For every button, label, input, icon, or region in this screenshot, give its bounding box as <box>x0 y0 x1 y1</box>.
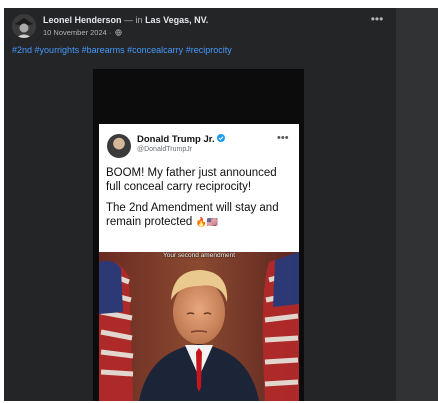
facebook-post: Leonel Henderson — in Las Vegas, NV. 10 … <box>4 8 396 401</box>
author-line: Leonel Henderson — in Las Vegas, NV. <box>43 15 208 25</box>
author-name[interactable]: Leonel Henderson <box>43 15 122 25</box>
video-player[interactable]: Donald Trump Jr. @DonaldTrumpJr ••• BOOM… <box>93 69 304 401</box>
tweet-author-avatar <box>107 134 131 158</box>
video-caption: Your second amendment <box>162 252 236 259</box>
hashtag-reciprocity[interactable]: #reciprocity <box>186 45 232 55</box>
verified-badge-icon <box>216 134 225 142</box>
location-separator: — in <box>124 15 143 25</box>
tweet-paragraph-2-text: The 2nd Amendment will stay and remain p… <box>106 202 279 228</box>
hashtag-barearms[interactable]: #barearms <box>82 45 125 55</box>
tweet-paragraph-2: The 2nd Amendment will stay and remain p… <box>106 201 294 229</box>
globe-icon <box>115 29 123 36</box>
post-header: Leonel Henderson — in Las Vegas, NV. 10 … <box>4 8 396 48</box>
location-name[interactable]: Las Vegas, NV. <box>145 15 208 25</box>
tweet-author-name: Donald Trump Jr. <box>137 134 215 145</box>
tweet-paragraph-1: BOOM! My father just announced full conc… <box>106 167 277 193</box>
author-avatar[interactable] <box>12 14 36 38</box>
tweet-more-icon: ••• <box>277 132 289 144</box>
video-frame-image <box>99 252 299 401</box>
hashtag-concealcarry[interactable]: #concealcarry <box>127 45 183 55</box>
post-date[interactable]: 10 November 2024 · <box>43 28 111 37</box>
tweet-author-line: Donald Trump Jr. <box>137 134 225 145</box>
hashtag-yourrights[interactable]: #yourrights <box>35 45 80 55</box>
side-panel <box>396 8 438 401</box>
tweet-screenshot: Donald Trump Jr. @DonaldTrumpJr ••• BOOM… <box>99 124 299 401</box>
hashtag-line: #2nd #yourrights #barearms #concealcarry… <box>12 45 232 55</box>
fire-flag-emojis: 🔥🇺🇸 <box>195 217 218 227</box>
post-meta: 10 November 2024 · <box>43 28 123 37</box>
more-options-button[interactable]: ••• <box>367 13 387 28</box>
hashtag-2nd[interactable]: #2nd <box>12 45 32 55</box>
tweet-author-handle: @DonaldTrumpJr <box>137 146 193 153</box>
